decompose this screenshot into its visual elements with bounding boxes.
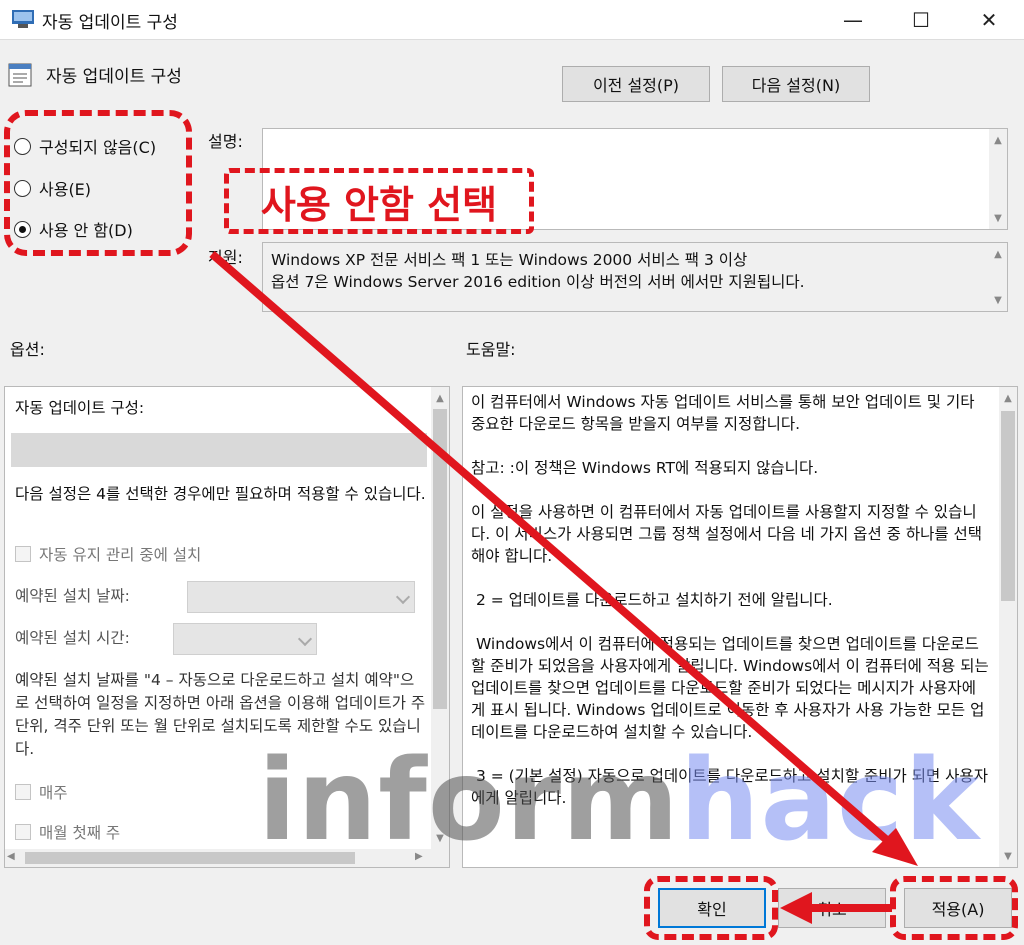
checkbox-maintenance-install[interactable]: 자동 유지 관리 중에 설치 xyxy=(15,543,201,565)
scroll-up-icon[interactable]: ▲ xyxy=(989,245,1007,263)
supported-label: 지원: xyxy=(208,248,243,267)
comment-label: 설명: xyxy=(208,132,243,151)
watermark: informhack xyxy=(258,736,980,866)
annotation-apply-highlight xyxy=(890,876,1018,940)
supported-textbox: Windows XP 전문 서비스 팩 1 또는 Windows 2000 서비… xyxy=(262,242,1008,312)
scroll-down-icon[interactable]: ▼ xyxy=(999,847,1017,865)
supported-text: Windows XP 전문 서비스 팩 1 또는 Windows 2000 서비… xyxy=(271,251,805,291)
annotation-callout: 사용 안함 선택 xyxy=(224,168,534,234)
next-setting-button[interactable]: 다음 설정(N) xyxy=(722,66,870,102)
scroll-up-icon[interactable]: ▲ xyxy=(431,389,449,407)
watermark-part2: hack xyxy=(679,736,980,866)
scheduled-time-label: 예약된 설치 시간: xyxy=(15,629,130,647)
scroll-down-icon[interactable]: ▼ xyxy=(989,291,1007,309)
checkbox-every-week[interactable]: 매주 xyxy=(15,781,68,803)
supported-scrollbar[interactable]: ▲ ▼ xyxy=(989,243,1007,311)
checkbox-label: 매월 첫째 주 xyxy=(39,824,121,842)
annotation-ok-highlight xyxy=(644,876,778,940)
checkbox-label: 자동 유지 관리 중에 설치 xyxy=(39,546,202,564)
chevron-down-icon xyxy=(297,631,313,647)
scroll-left-icon[interactable]: ◀ xyxy=(7,851,15,862)
cancel-button[interactable]: 취소 xyxy=(778,888,886,928)
policy-setting-icon xyxy=(8,63,32,87)
scheduled-day-dropdown[interactable] xyxy=(187,581,415,613)
scroll-up-icon[interactable]: ▲ xyxy=(999,389,1017,407)
policy-title: 자동 업데이트 구성 xyxy=(46,67,182,87)
scroll-up-icon[interactable]: ▲ xyxy=(989,131,1007,149)
options-heading: 자동 업데이트 구성: xyxy=(15,399,145,417)
policy-editor-icon xyxy=(12,10,34,28)
configure-dropdown[interactable] xyxy=(11,433,427,467)
scroll-thumb[interactable] xyxy=(433,409,447,709)
scroll-thumb[interactable] xyxy=(1001,411,1015,601)
checkbox[interactable] xyxy=(15,546,31,562)
annotation-radio-highlight xyxy=(4,110,192,256)
scheduled-time-dropdown[interactable] xyxy=(173,623,317,655)
checkbox[interactable] xyxy=(15,824,31,840)
scheduled-day-label: 예약된 설치 날짜: xyxy=(15,587,130,605)
previous-setting-button[interactable]: 이전 설정(P) xyxy=(562,66,710,102)
title-bar: 자동 업데이트 구성 — ☐ ✕ xyxy=(0,0,1024,40)
watermark-part1: inform xyxy=(258,736,680,866)
options-note: 다음 설정은 4를 선택한 경우에만 필요하며 적용할 수 있습니다. xyxy=(15,485,426,503)
minimize-button[interactable]: — xyxy=(828,2,878,38)
checkbox-label: 매주 xyxy=(39,784,68,802)
comment-scrollbar[interactable]: ▲ ▼ xyxy=(989,129,1007,229)
help-label: 도움말: xyxy=(466,340,516,359)
close-button[interactable]: ✕ xyxy=(964,2,1014,38)
options-label: 옵션: xyxy=(10,340,45,359)
chevron-down-icon xyxy=(395,589,411,605)
scroll-down-icon[interactable]: ▼ xyxy=(989,209,1007,227)
window-title: 자동 업데이트 구성 xyxy=(42,13,178,33)
checkbox-first-week[interactable]: 매월 첫째 주 xyxy=(15,821,120,843)
maximize-button[interactable]: ☐ xyxy=(896,2,946,38)
help-scrollbar[interactable]: ▲ ▼ xyxy=(999,387,1017,867)
checkbox[interactable] xyxy=(15,784,31,800)
